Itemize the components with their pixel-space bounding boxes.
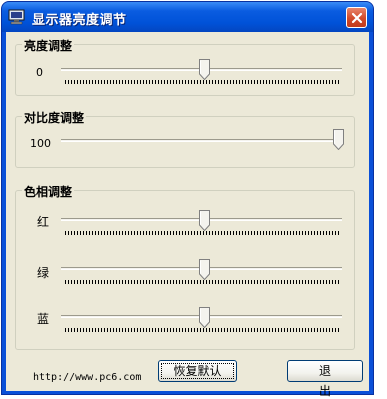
close-button[interactable] (346, 7, 367, 28)
blue-label: 蓝 (37, 312, 50, 326)
brightness-value: 0 (36, 66, 43, 79)
window-title: 显示器亮度调节 (32, 13, 127, 28)
hue-group-title: 色相调整 (22, 183, 75, 200)
app-window: 显示器亮度调节 亮度调整 0 对比度调整 100 色相调整 红 绿 蓝 http… (1, 1, 374, 398)
contrast-value: 100 (30, 137, 51, 150)
hue-group: 色相调整 (15, 183, 355, 350)
red-slider-thumb[interactable] (199, 210, 210, 231)
contrast-slider-thumb[interactable] (333, 129, 344, 150)
green-slider-ticks (65, 280, 339, 284)
blue-slider-thumb[interactable] (199, 307, 210, 328)
contrast-group-title: 对比度调整 (22, 109, 87, 126)
title-bar[interactable]: 显示器亮度调节 (2, 2, 373, 32)
brightness-slider-thumb[interactable] (199, 59, 210, 80)
red-slider-ticks (65, 231, 339, 235)
brightness-slider-ticks (65, 80, 339, 84)
contrast-slider-track[interactable] (61, 139, 342, 142)
red-label: 红 (37, 215, 50, 229)
brightness-group-title: 亮度调整 (22, 37, 75, 54)
monitor-icon (8, 9, 26, 25)
exit-button[interactable]: 退出 (287, 360, 363, 398)
blue-slider-ticks (65, 328, 339, 332)
website-url: http://www.pc6.com (33, 372, 142, 383)
close-icon (351, 12, 363, 24)
contrast-group: 对比度调整 (15, 109, 355, 168)
restore-default-button[interactable]: 恢复默认 (158, 360, 237, 382)
green-label: 绿 (37, 266, 50, 280)
green-slider-thumb[interactable] (199, 259, 210, 280)
client-area: 亮度调整 0 对比度调整 100 色相调整 红 绿 蓝 http://www.p… (6, 32, 369, 398)
